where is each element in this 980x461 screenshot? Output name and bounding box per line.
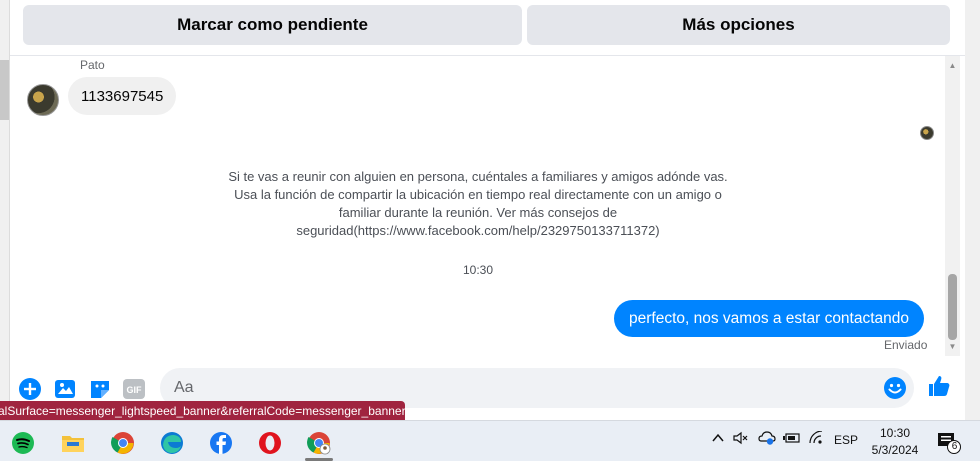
seen-receipt-avatar (920, 126, 934, 140)
input-language[interactable]: ESP (834, 433, 858, 447)
clock-time: 10:30 (879, 426, 911, 440)
delivery-status: Enviado (884, 338, 928, 352)
safety-notice: Si te vas a reunir con alguien en person… (228, 169, 728, 238)
scroll-up-arrow-icon[interactable]: ▲ (945, 58, 960, 73)
outgoing-message-bubble[interactable]: perfecto, nos vamos a estar contactando (614, 300, 925, 337)
volume-muted-icon[interactable] (733, 431, 749, 448)
left-scroll-strip (0, 0, 10, 420)
photo-icon[interactable] (54, 378, 76, 400)
emoji-icon[interactable] (883, 376, 907, 400)
spotify-icon[interactable] (3, 425, 43, 461)
message-input[interactable] (174, 376, 874, 400)
scroll-down-arrow-icon[interactable]: ▼ (945, 339, 960, 354)
link-status-bar: alSurface=messenger_lightspeed_banner&re… (0, 401, 405, 421)
page-scrollbar[interactable] (965, 0, 980, 420)
sticker-icon[interactable] (89, 378, 111, 400)
clock-date: 5/3/2024 (871, 443, 919, 457)
wifi-icon[interactable] (808, 430, 824, 448)
gif-icon[interactable]: GIF (123, 378, 145, 400)
conversation-pane: Pato 1133697545 Si te vas a reunir con a… (10, 56, 965, 356)
network-drive-icon[interactable] (758, 430, 776, 449)
battery-icon[interactable] (783, 431, 801, 448)
notification-count: 6 (951, 441, 958, 452)
add-more-icon[interactable] (19, 378, 41, 400)
chrome-icon[interactable] (103, 425, 143, 461)
message-timestamp: 10:30 (462, 263, 494, 277)
chat-scrollbar[interactable]: ▲ ▼ (945, 56, 960, 356)
gif-label: GIF (127, 385, 143, 395)
like-thumb-icon[interactable] (927, 374, 951, 398)
show-hidden-icons-chevron-icon[interactable] (711, 431, 725, 448)
edge-icon[interactable] (152, 425, 192, 461)
more-options-button[interactable]: Más opciones (527, 5, 950, 45)
mark-pending-button[interactable]: Marcar como pendiente (23, 5, 522, 45)
chat-scroll-thumb[interactable] (948, 274, 957, 340)
facebook-icon[interactable] (201, 425, 241, 461)
chrome-profile-icon[interactable] (299, 425, 339, 461)
notification-center-icon[interactable]: 6 (936, 431, 962, 455)
file-explorer-icon[interactable] (53, 425, 93, 461)
windows-taskbar: ESP 10:30 5/3/2024 6 (0, 420, 980, 461)
left-scroll-thumb[interactable] (0, 60, 9, 120)
chat-actions-bar: Marcar como pendiente Más opciones (10, 0, 965, 56)
system-clock[interactable]: 10:30 5/3/2024 (868, 425, 922, 459)
sender-avatar[interactable] (27, 84, 59, 116)
opera-icon[interactable] (250, 425, 290, 461)
sender-name: Pato (80, 58, 105, 72)
incoming-message-bubble[interactable]: 1133697545 (68, 77, 177, 115)
